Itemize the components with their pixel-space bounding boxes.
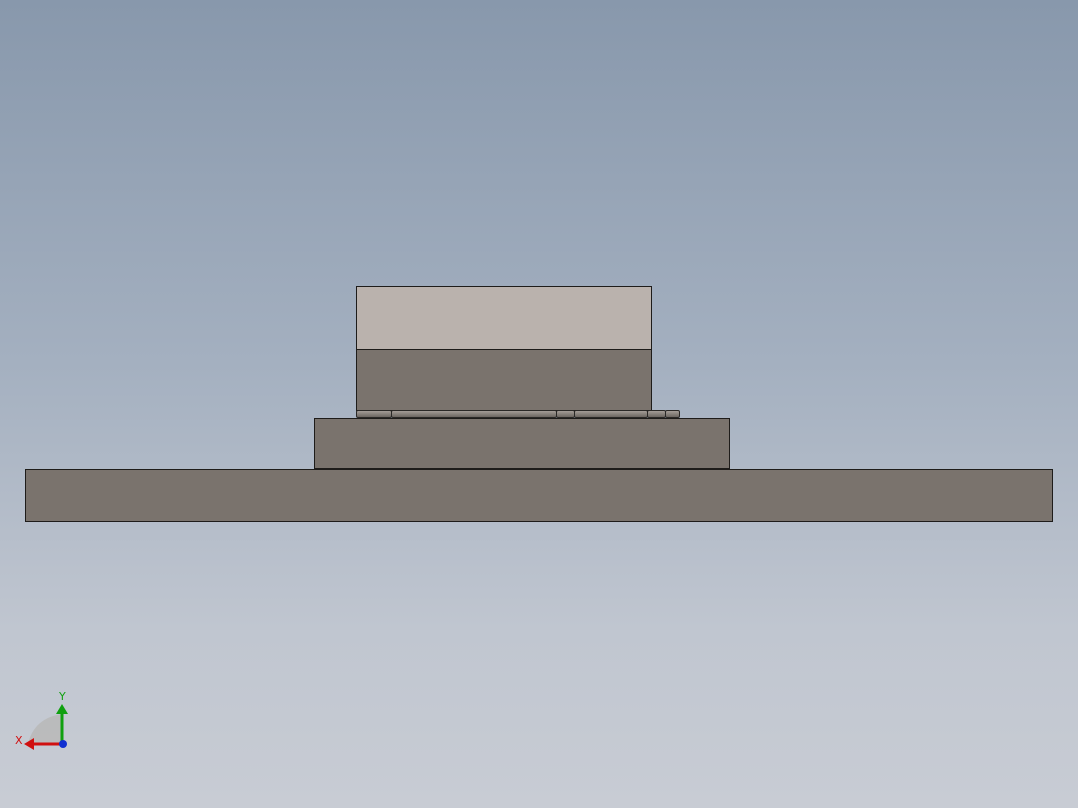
washer-left[interactable] bbox=[356, 410, 392, 418]
axis-triad-icon: Y X bbox=[15, 690, 68, 750]
z-axis-dot bbox=[59, 740, 67, 748]
y-axis-arrow bbox=[56, 704, 68, 714]
y-axis-label: Y bbox=[58, 690, 66, 703]
washer-right[interactable] bbox=[574, 410, 648, 418]
base-plate-part[interactable] bbox=[25, 469, 1053, 522]
washer-right-outer[interactable] bbox=[647, 410, 666, 418]
x-axis-label: X bbox=[15, 734, 23, 747]
graphics-viewport[interactable]: Y X bbox=[0, 0, 1078, 808]
nut-edge[interactable] bbox=[665, 410, 680, 418]
x-axis-arrow bbox=[24, 738, 34, 750]
washer-center[interactable] bbox=[556, 410, 575, 418]
mid-block-part[interactable] bbox=[314, 418, 730, 469]
spacer-strip[interactable] bbox=[391, 410, 557, 418]
top-cap-part[interactable] bbox=[356, 286, 652, 350]
upper-body-part[interactable] bbox=[356, 349, 652, 411]
